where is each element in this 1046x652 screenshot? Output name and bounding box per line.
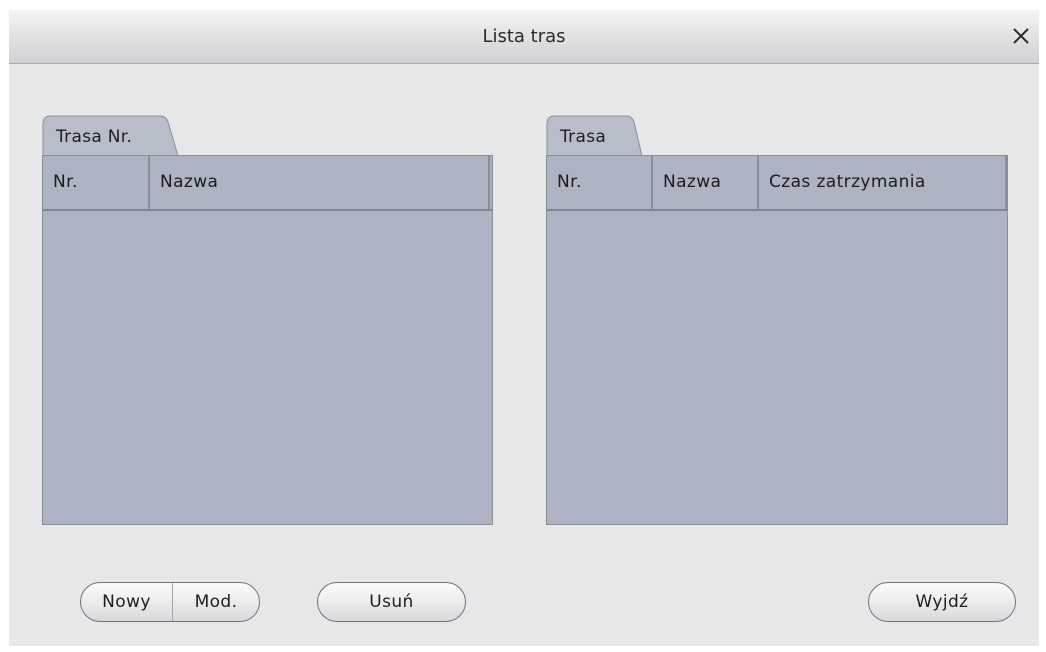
window-title: Lista tras xyxy=(482,26,566,47)
delete-button[interactable]: Usuń xyxy=(317,582,466,622)
table-body[interactable] xyxy=(43,211,492,524)
table-header: Nr. Nazwa xyxy=(43,156,492,211)
table-header: Nr. Nazwa Czas zatrzymania xyxy=(547,156,1007,211)
column-header-stop-time[interactable]: Czas zatrzymania xyxy=(759,156,1007,209)
modify-button[interactable]: Mod. xyxy=(173,583,259,621)
close-button[interactable] xyxy=(1007,22,1035,50)
new-button[interactable]: Nowy xyxy=(81,583,172,621)
route-list-dialog: Lista tras Trasa Nr. Nr. Nazwa Trasa Nr.… xyxy=(9,10,1039,646)
close-icon xyxy=(1007,22,1035,50)
tab-label: Trasa Nr. xyxy=(56,127,133,147)
table-body[interactable] xyxy=(547,211,1007,524)
exit-button[interactable]: Wyjdź xyxy=(868,582,1016,622)
tab-label: Trasa xyxy=(560,127,607,147)
column-header-name[interactable]: Nazwa xyxy=(150,156,490,209)
column-header-nr[interactable]: Nr. xyxy=(547,156,653,209)
tab-route-number[interactable]: Trasa Nr. xyxy=(42,114,180,156)
column-header-nr[interactable]: Nr. xyxy=(43,156,150,209)
route-number-table[interactable]: Nr. Nazwa xyxy=(42,155,493,525)
tab-route[interactable]: Trasa xyxy=(546,114,644,156)
column-header-name[interactable]: Nazwa xyxy=(653,156,759,209)
route-table[interactable]: Nr. Nazwa Czas zatrzymania xyxy=(546,155,1008,525)
new-modify-button-group: Nowy Mod. xyxy=(80,582,260,622)
title-bar[interactable]: Lista tras xyxy=(9,10,1039,64)
